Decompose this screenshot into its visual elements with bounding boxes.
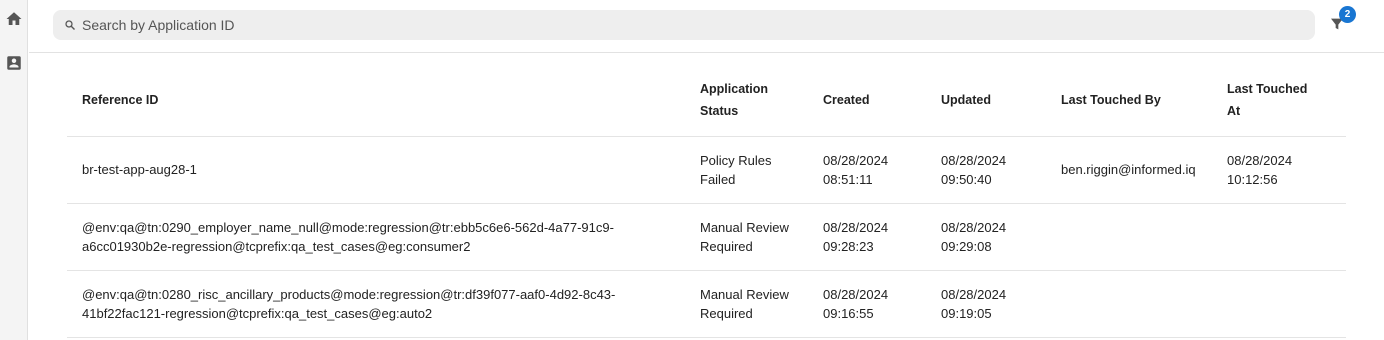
home-icon[interactable] [5,10,23,28]
column-header-created[interactable]: Created [823,65,941,137]
created-cell: 08/28/2024 09:28:23 [823,203,941,271]
filter-button[interactable]: 2 [1327,6,1359,38]
status-cell: Manual Review Required [700,203,823,271]
created-cell: 08/28/2024 09:16:55 [823,270,941,338]
column-header-reference-id[interactable]: Reference ID [67,65,700,137]
last-touched-by-cell [1061,203,1227,271]
reference-id-cell[interactable]: br-test-app-aug28-1 [67,136,700,204]
table-row[interactable]: @env:qa@tn:0290_employer_name_null@mode:… [67,203,1346,271]
updated-cell: 08/28/2024 09:29:08 [941,203,1061,271]
contact-card-icon[interactable] [5,54,23,72]
reference-id-cell[interactable]: @env:qa@tn:0280_risc_ancillary_products@… [67,270,700,338]
search-bar [53,10,1315,40]
created-cell: 08/28/2024 08:51:11 [823,136,941,204]
last-touched-by-cell: ben.riggin@informed.iq [1061,136,1227,204]
column-header-application-status[interactable]: Application Status [700,65,823,137]
last-touched-at-cell [1227,270,1346,338]
table-row[interactable]: @env:qa@tn:0280_risc_ancillary_products@… [67,270,1346,338]
table-header-row: Reference ID Application Status Created … [67,65,1346,137]
sidebar [0,0,28,340]
filter-count-badge: 2 [1339,6,1356,23]
column-header-updated[interactable]: Updated [941,65,1061,137]
status-cell: Policy Rules Failed [700,136,823,204]
column-header-last-touched-at[interactable]: Last Touched At [1227,65,1346,137]
updated-cell: 08/28/2024 09:19:05 [941,270,1061,338]
search-icon [64,19,76,31]
last-touched-by-cell [1061,270,1227,338]
top-bar: 2 [29,0,1384,53]
last-touched-at-cell: 08/28/2024 10:12:56 [1227,136,1346,204]
updated-cell: 08/28/2024 09:50:40 [941,136,1061,204]
search-input[interactable] [82,17,1315,33]
table-row[interactable]: br-test-app-aug28-1 Policy Rules Failed … [67,136,1346,204]
applications-table: Reference ID Application Status Created … [67,65,1346,338]
status-cell: Manual Review Required [700,270,823,338]
reference-id-cell[interactable]: @env:qa@tn:0290_employer_name_null@mode:… [67,203,700,271]
column-header-last-touched-by[interactable]: Last Touched By [1061,65,1227,137]
last-touched-at-cell [1227,203,1346,271]
